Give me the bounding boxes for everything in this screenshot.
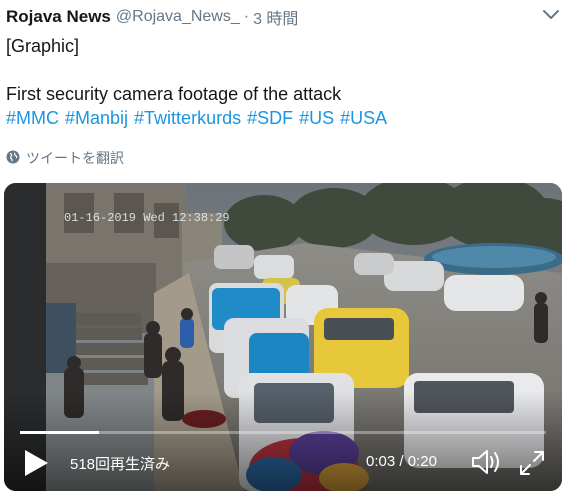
hashtag-list: #MMC #Manbij #Twitterkurds #SDF #US #USA (6, 106, 556, 130)
current-time: 0:03 (366, 453, 396, 470)
video-player[interactable]: 01-16-2019 Wed 12:38:29 518回再生済み 0:03 / … (4, 183, 562, 491)
tweet-text-line: First security camera footage of the att… (6, 84, 342, 104)
view-count: 518回再生済み (70, 456, 171, 473)
play-icon (25, 450, 48, 476)
play-button[interactable] (22, 448, 50, 478)
fullscreen-button[interactable] (518, 449, 546, 477)
video-progress-bar[interactable] (20, 431, 546, 434)
tweet-time[interactable]: 3 時間 (253, 5, 298, 29)
hashtag-link[interactable]: #Manbij (65, 108, 128, 128)
total-time: 0:20 (407, 453, 437, 470)
cctv-timestamp: 01-16-2019 Wed 12:38:29 (64, 211, 230, 225)
hashtag-link[interactable]: #MMC (6, 108, 59, 128)
tweet-text: [Graphic] First security camera footage … (6, 34, 556, 130)
header-separator: · (243, 8, 250, 25)
hashtag-link[interactable]: #Twitterkurds (134, 108, 241, 128)
translate-label: ツイートを翻訳 (26, 150, 124, 166)
fullscreen-icon (520, 451, 544, 475)
globe-icon (6, 150, 26, 167)
author-name[interactable]: Rojava News (6, 7, 111, 27)
author-handle[interactable]: @Rojava_News_ (116, 8, 240, 26)
hashtag-link[interactable]: #US (299, 108, 334, 128)
tweet-text-line: [Graphic] (6, 36, 80, 56)
hashtag-link[interactable]: #SDF (247, 108, 293, 128)
video-controls: 518回再生済み 0:03 / 0:20 (4, 435, 562, 491)
time-separator: / (399, 453, 404, 470)
hashtag-link[interactable]: #USA (340, 108, 387, 128)
chevron-down-icon[interactable] (542, 8, 560, 22)
translate-tweet-button[interactable]: ツイートを翻訳 (6, 149, 124, 167)
tweet-header: Rojava News @Rojava_News_ · 3 時間 (6, 6, 298, 28)
volume-button[interactable] (470, 447, 504, 477)
volume-icon (472, 450, 499, 474)
video-timecode: 0:03 / 0:20 (366, 453, 437, 470)
video-progress-fill (20, 431, 99, 434)
